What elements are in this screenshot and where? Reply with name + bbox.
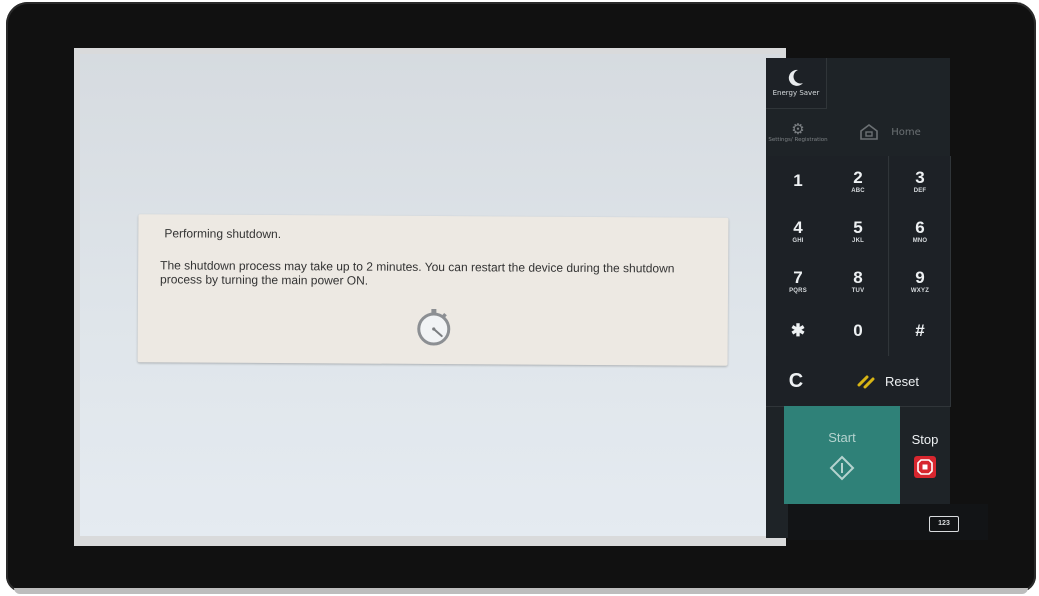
home-label: Home [891,126,921,138]
key-digit: 5 [853,217,863,237]
key-letters: PQRS [789,287,807,294]
key-9[interactable]: 9 WXYZ [890,256,951,307]
key-digit: 4 [793,217,803,237]
clear-label: C [788,370,804,392]
dialog-message: The shutdown process may take up to 2 mi… [160,258,675,288]
key-digit: 6 [915,217,925,237]
key-hash[interactable]: # [890,306,951,357]
key-5[interactable]: 5 JKL [828,206,889,257]
key-letters: TUV [851,287,865,294]
home-icon [860,124,879,140]
key-digit: 9 [915,267,925,287]
key-digit: 7 [793,267,803,287]
key-asterisk[interactable]: ✱ [768,306,829,357]
key-digit: # [915,321,925,340]
reset-button[interactable]: Reset [826,356,951,407]
key-digit: 2 [853,167,863,187]
energy-saver-label: Energy Saver [772,89,820,97]
key-8[interactable]: 8 TUV [828,256,889,307]
reset-label: Reset [885,373,919,389]
moon-icon [788,69,803,86]
key-letters: GHI [792,237,804,244]
start-button[interactable]: Start [784,406,900,504]
reset-icon [857,375,875,389]
key-digit: 8 [853,267,863,287]
key-2[interactable]: 2 ABC [828,156,889,207]
stop-button[interactable]: Stop [900,406,950,504]
dialog-title: Performing shutdown. [164,226,282,242]
key-1[interactable]: 1 [768,156,829,207]
gear-icon: ⚙ [791,119,805,138]
device-edge [14,588,1028,594]
key-letters: JKL [852,237,864,244]
key-letters: ABC [851,187,865,194]
key-3[interactable]: 3 DEF [890,156,951,207]
key-6[interactable]: 6 MNO [890,206,951,257]
key-digit: 3 [915,167,925,187]
key-letters: MNO [912,237,928,244]
touch-screen: Performing shutdown. The shutdown proces… [74,48,786,546]
numeric-keyboard-icon[interactable]: 123 [929,516,959,532]
shutdown-dialog: Performing shutdown. The shutdown proces… [137,214,729,366]
stop-label: Stop [911,431,939,447]
control-panel: Energy Saver ⚙ Settings/ Registration Ho… [766,58,951,538]
stopwatch-icon [417,308,451,346]
start-label: Start [828,429,856,445]
key-4[interactable]: 4 GHI [768,206,829,257]
settings-registration-button[interactable]: ⚙ Settings/ Registration [766,108,830,156]
home-button[interactable]: Home [830,108,950,156]
key-digit: 0 [853,321,863,340]
settings-label: Settings/ Registration [768,136,828,143]
stop-icon [914,455,936,478]
key-letters: WXYZ [910,287,930,294]
key-letters: DEF [913,187,927,194]
start-diamond-icon [829,455,855,480]
key-digit: 1 [793,170,803,190]
key-0[interactable]: 0 [828,306,889,357]
clear-button[interactable]: C [766,356,827,407]
key-digit: ✱ [790,321,806,340]
energy-saver-button[interactable]: Energy Saver [766,58,827,109]
key-7[interactable]: 7 PQRS [768,256,829,307]
